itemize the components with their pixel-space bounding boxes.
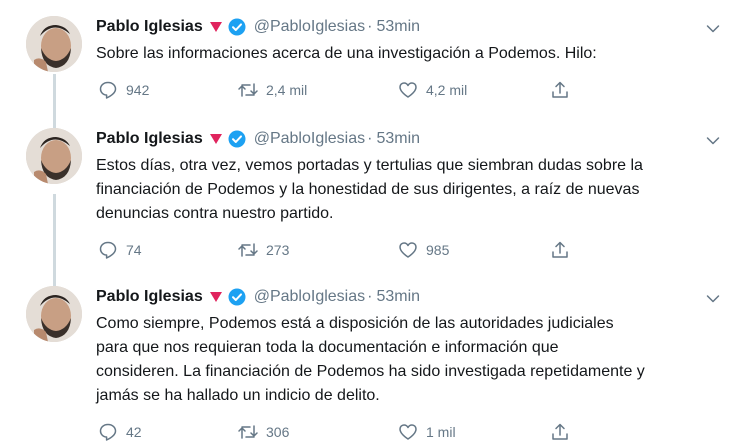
heart-emoji-icon [209,22,222,32]
reply-button[interactable]: 74 [96,238,142,262]
reply-icon [96,78,120,102]
retweet-button[interactable]: 306 [236,420,289,441]
reply-button[interactable]: 42 [96,420,142,441]
tweet-content: Pablo Iglesias @PabloIglesias · 53min Co… [96,286,706,441]
verified-icon [228,130,246,148]
tweet-actions: 42 306 1 mil [96,420,596,441]
tweet-text: Estos días, otra vez, vemos portadas y t… [96,157,643,222]
tweet-thread: Pablo Iglesias @PabloIglesias · 53min So… [0,0,734,441]
avatar[interactable] [26,286,82,342]
like-count: 4,2 mil [426,82,468,98]
tweet-content: Pablo Iglesias @PabloIglesias · 53min So… [96,16,706,102]
author-handle[interactable]: @PabloIglesias [254,128,365,150]
heart-emoji-icon [209,292,222,302]
share-icon [548,78,572,102]
avatar[interactable] [26,128,82,184]
like-count: 985 [426,242,450,258]
author-handle[interactable]: @PabloIglesias [254,16,365,38]
tweet-header: Pablo Iglesias @PabloIglesias · 53min [96,16,706,38]
like-button[interactable]: 985 [396,238,449,262]
avatar[interactable] [26,16,82,72]
like-icon [396,420,420,441]
like-button[interactable]: 1 mil [396,420,456,441]
tweet-time[interactable]: 53min [376,286,420,308]
reply-button[interactable]: 942 [96,78,149,102]
share-button[interactable] [548,78,572,102]
reply-count: 942 [126,82,150,98]
chevron-down-icon[interactable] [704,290,722,308]
heart-emoji-icon [209,134,222,144]
retweet-count: 2,4 mil [266,82,308,98]
share-button[interactable] [548,420,572,441]
tweet-time[interactable]: 53min [376,16,420,38]
retweet-icon [236,78,260,102]
retweet-button[interactable]: 273 [236,238,289,262]
retweet-count: 306 [266,424,290,440]
tweet-header: Pablo Iglesias @PabloIglesias · 53min [96,128,706,150]
reply-icon [96,420,120,441]
tweet-actions: 74 273 985 [96,238,596,262]
like-icon [396,78,420,102]
chevron-down-icon[interactable] [704,20,722,38]
share-button[interactable] [548,238,572,262]
share-icon [548,420,572,441]
verified-icon [228,18,246,36]
reply-icon [96,238,120,262]
retweet-icon [236,238,260,262]
thread-connector [53,74,56,134]
author-name[interactable]: Pablo Iglesias [96,286,203,308]
meta-separator: · [367,130,373,147]
retweet-icon [236,420,260,441]
tweet-text: Como siempre, Podemos está a disposición… [96,315,645,404]
retweet-button[interactable]: 2,4 mil [236,78,307,102]
meta-separator: · [367,18,373,35]
chevron-down-icon[interactable] [704,132,722,150]
tweet-actions: 942 2,4 mil 4,2 mil [96,78,596,102]
verified-icon [228,288,246,306]
like-count: 1 mil [426,424,456,440]
author-name[interactable]: Pablo Iglesias [96,16,203,38]
like-button[interactable]: 4,2 mil [396,78,467,102]
thread-connector [53,194,56,290]
reply-count: 74 [126,242,142,258]
tweet-header: Pablo Iglesias @PabloIglesias · 53min [96,286,706,308]
tweet-text: Sobre las informaciones acerca de una in… [96,45,597,62]
reply-count: 42 [126,424,142,440]
author-handle[interactable]: @PabloIglesias [254,286,365,308]
like-icon [396,238,420,262]
tweet-time[interactable]: 53min [376,128,420,150]
share-icon [548,238,572,262]
author-name[interactable]: Pablo Iglesias [96,128,203,150]
meta-separator: · [367,288,373,305]
retweet-count: 273 [266,242,290,258]
tweet-content: Pablo Iglesias @PabloIglesias · 53min Es… [96,128,706,262]
